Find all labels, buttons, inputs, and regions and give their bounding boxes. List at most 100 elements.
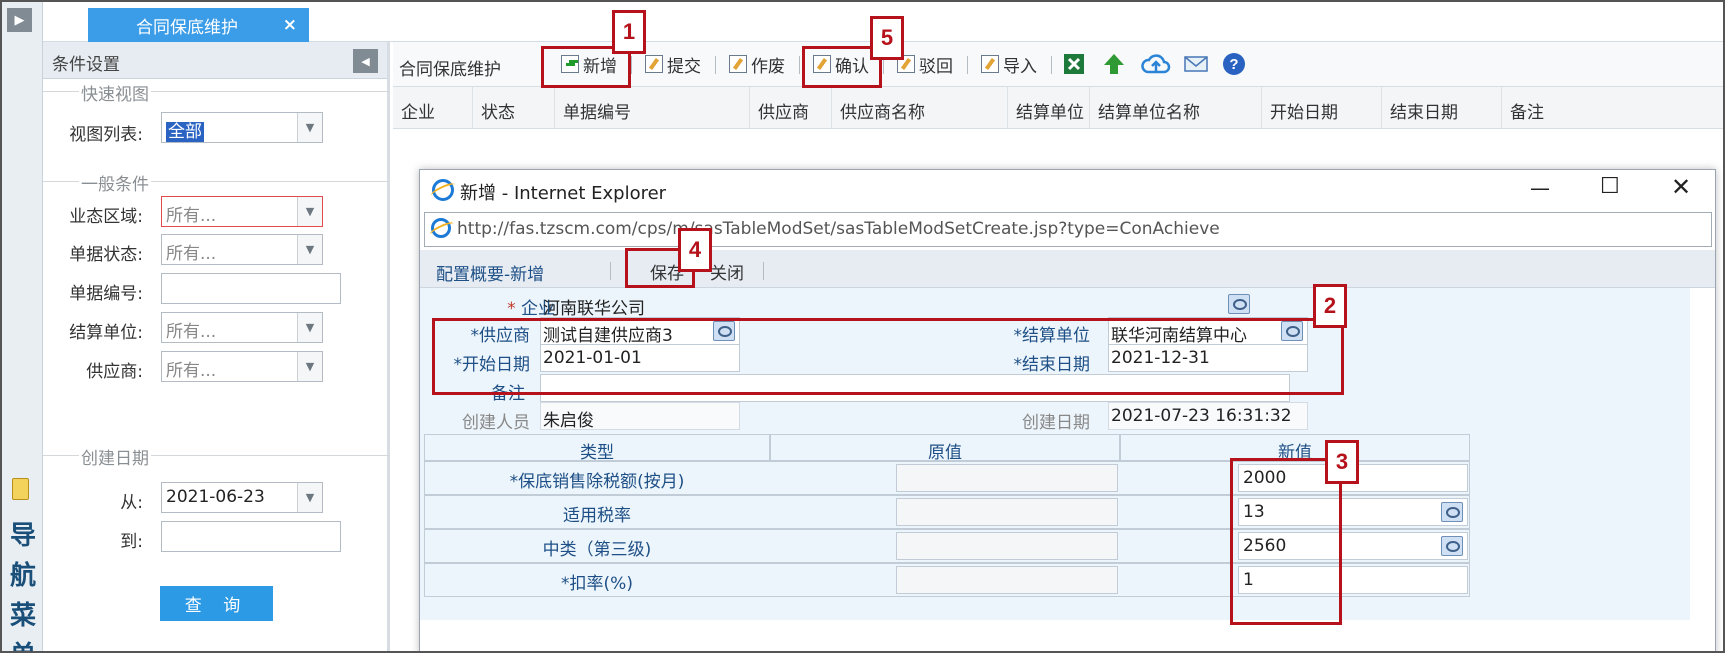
placeholder: 所有... (166, 322, 217, 342)
section-title: 快速视图 (79, 80, 151, 105)
query-button[interactable]: 查 询 (160, 586, 273, 621)
field-label: 供应商: (86, 362, 143, 382)
new-value-input[interactable]: 13 (1238, 498, 1468, 526)
callout-badge: 3 (1325, 440, 1359, 484)
nav-menu-label[interactable]: 导 航 菜 单 (8, 516, 38, 651)
settle-unit-select[interactable]: 所有... ▼ (161, 312, 323, 343)
upload-arrow-icon[interactable] (1101, 51, 1127, 77)
new-value-text: 13 (1243, 502, 1265, 522)
collapse-panel-icon[interactable]: ◀ (353, 49, 378, 73)
callout-badge: 4 (678, 228, 712, 272)
submit-label: 提交 (667, 56, 701, 77)
void-button[interactable]: 作废 (729, 51, 785, 77)
from-label: 从: (120, 493, 143, 513)
import-button[interactable]: 导入 (981, 51, 1037, 77)
column-header[interactable]: 结算单位名称 (1090, 87, 1262, 129)
close-window-icon[interactable]: ✕ (1671, 173, 1691, 201)
date-to-input[interactable] (161, 521, 341, 552)
chevron-down-icon[interactable]: ▼ (297, 113, 322, 142)
new-value-input[interactable]: 2560 (1238, 532, 1468, 560)
chevron-down-icon[interactable]: ▼ (297, 235, 322, 264)
reject-button[interactable]: 驳回 (897, 51, 953, 77)
dialog-title-bar: 新增 - Internet Explorer — ☐ ✕ (420, 170, 1715, 210)
chevron-down-icon[interactable]: ▼ (297, 352, 322, 381)
to-label: 到: (120, 532, 143, 552)
view-list-select[interactable]: 全部 ▼ (161, 112, 323, 143)
dialog-toolbar-title: 配置概要-新增 (436, 265, 545, 285)
nav-menu-char: 导 (9, 521, 36, 551)
edit-icon (981, 55, 999, 73)
field-label: 单据编号: (69, 284, 143, 304)
chevron-down-icon[interactable]: ▼ (297, 483, 322, 512)
book-icon (12, 478, 29, 500)
chevron-down-icon[interactable]: ▼ (297, 197, 322, 226)
cloud-upload-icon[interactable] (1141, 51, 1171, 77)
mail-icon[interactable] (1183, 51, 1209, 77)
lookup-icon[interactable] (713, 321, 735, 341)
confirm-button[interactable]: 确认 (813, 51, 869, 77)
close-button[interactable]: 关闭 (710, 259, 744, 284)
column-header[interactable]: 企业 (393, 87, 473, 129)
column-header[interactable]: 供应商名称 (832, 87, 1008, 129)
minimize-icon[interactable]: — (1530, 176, 1550, 200)
expand-nav-icon[interactable]: ▶ (7, 8, 32, 32)
tab-contract-guarantee[interactable]: 合同保底维护 × (88, 8, 309, 42)
void-label: 作废 (751, 56, 785, 77)
settle-unit-field[interactable]: 联华河南结算中心 (1108, 317, 1308, 346)
supplier-select[interactable]: 所有... ▼ (161, 351, 323, 382)
submit-button[interactable]: 提交 (645, 51, 701, 77)
import-label: 导入 (1003, 56, 1037, 77)
column-header[interactable]: 开始日期 (1262, 87, 1382, 129)
dialog-title: 新增 - Internet Explorer (460, 183, 667, 204)
close-tab-icon[interactable]: × (283, 15, 297, 35)
subgrid-header: 原值 (770, 434, 1120, 463)
column-header[interactable]: 结算单位 (1008, 87, 1090, 129)
column-header[interactable]: 单据编号 (555, 87, 750, 129)
column-header[interactable]: 状态 (473, 87, 555, 129)
column-header[interactable]: 备注 (1502, 87, 1722, 129)
field-label: 单据状态: (69, 245, 143, 265)
doc-status-select[interactable]: 所有... ▼ (161, 234, 323, 265)
chevron-down-icon[interactable]: ▼ (297, 313, 322, 342)
confirm-label: 确认 (835, 56, 869, 77)
callout-badge: 5 (870, 16, 904, 60)
dialog-toolbar: 配置概要-新增 保存 关闭 (420, 250, 1715, 288)
lookup-icon[interactable] (1281, 321, 1303, 341)
reject-label: 驳回 (919, 56, 953, 77)
ie-icon (431, 218, 451, 238)
address-bar[interactable]: http://fas.tzscm.com/cps/m/sasTableModSe… (424, 212, 1712, 247)
help-icon[interactable]: ? (1221, 51, 1247, 77)
settle-unit-value: 联华河南结算中心 (1111, 326, 1247, 346)
lookup-icon[interactable] (1441, 536, 1463, 556)
maximize-icon[interactable]: ☐ (1600, 174, 1620, 199)
callout-badge: 1 (612, 10, 646, 54)
new-value-input[interactable]: 1 (1238, 566, 1468, 594)
edit-icon (645, 55, 663, 73)
end-date-field[interactable]: 2021-12-31 (1108, 344, 1308, 372)
add-icon (561, 55, 579, 73)
nav-menu-char: 航 (9, 561, 36, 591)
remark-field[interactable] (540, 374, 1290, 402)
lookup-icon[interactable] (1228, 294, 1250, 314)
condition-panel: 条件设置 ◀ 快速视图 视图列表: 全部 ▼ 一般条件 业态区域: 所有... … (43, 42, 390, 651)
add-label: 新增 (583, 56, 617, 77)
business-area-select[interactable]: 所有... ▼ (161, 196, 323, 227)
new-record-dialog: 新增 - Internet Explorer — ☐ ✕ http://fas.… (419, 169, 1716, 651)
add-button[interactable]: 新增 (561, 51, 617, 77)
company-field[interactable]: 河南联华公司 (540, 290, 1250, 319)
lookup-icon[interactable] (1441, 502, 1463, 522)
excel-icon[interactable] (1061, 51, 1087, 77)
doc-number-input[interactable] (161, 273, 341, 304)
date-from-picker[interactable]: 2021-06-23 ▼ (161, 482, 323, 513)
new-value-text: 2560 (1243, 536, 1287, 556)
ie-icon (432, 179, 454, 201)
column-header[interactable]: 供应商 (750, 87, 832, 129)
column-header[interactable]: 结束日期 (1382, 87, 1502, 129)
row-type-label: *扣率(%) (561, 574, 633, 594)
supplier-field[interactable]: 测试自建供应商3 (540, 317, 740, 346)
start-date-field[interactable]: 2021-01-01 (540, 344, 740, 372)
created-date-field: 2021-07-23 16:31:32 (1108, 402, 1308, 430)
condition-panel-title: 条件设置 (52, 55, 120, 75)
section-title: 一般条件 (79, 170, 151, 195)
creator-label: 创建人员 (462, 413, 530, 433)
